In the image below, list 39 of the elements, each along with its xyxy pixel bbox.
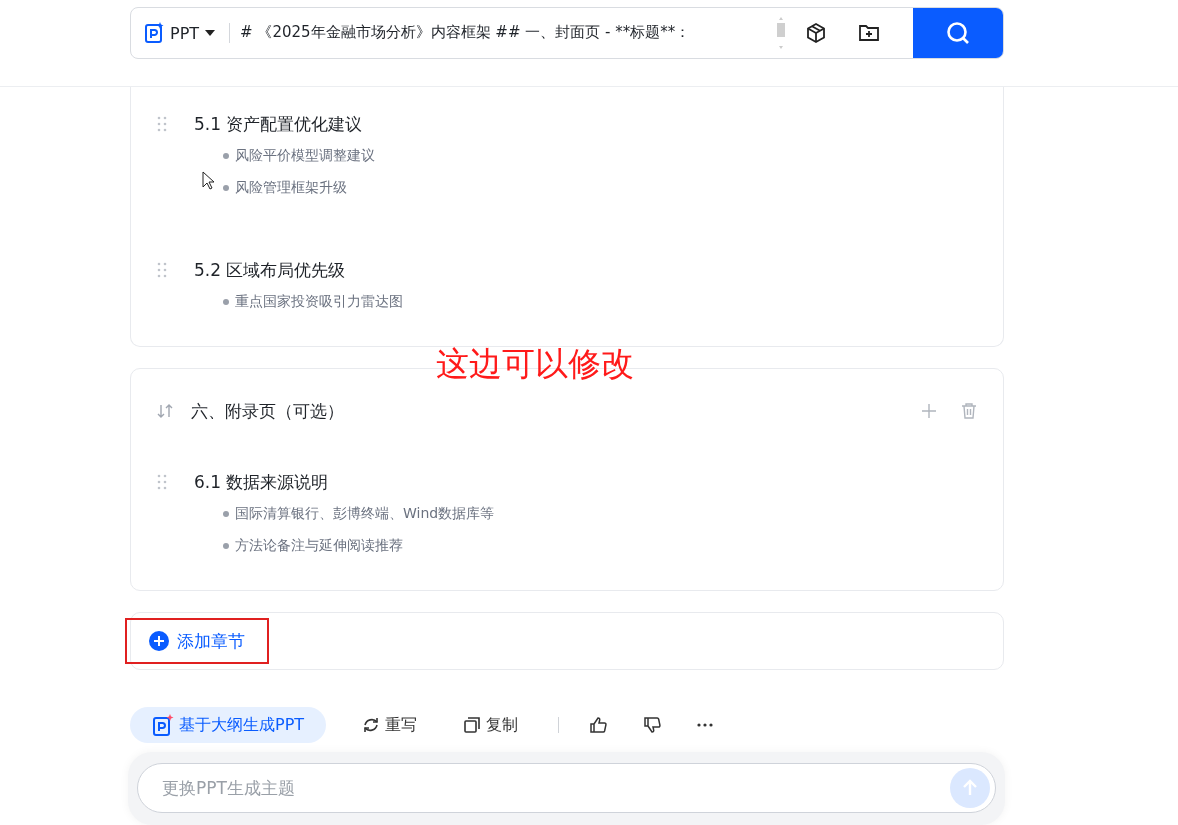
ppt-icon (152, 714, 174, 736)
sort-icon[interactable] (157, 403, 173, 419)
thumbs-up-icon[interactable] (589, 716, 608, 734)
scrollbar-icon (776, 16, 787, 50)
bullet-point[interactable]: 方法论备注与延伸阅读推荐 (235, 537, 403, 555)
section-title[interactable]: 六、附录页（可选） (191, 399, 344, 423)
bullet-icon (223, 185, 229, 191)
drag-handle-icon[interactable] (157, 116, 167, 132)
refresh-icon (362, 716, 381, 734)
add-section-button[interactable]: 添加章节 (149, 629, 245, 653)
bullet-icon (223, 153, 229, 159)
bullet-icon (223, 299, 229, 305)
bullet-point[interactable]: 风险管理框架升级 (235, 179, 347, 197)
search-icon (945, 20, 971, 46)
trash-icon[interactable] (961, 403, 977, 419)
search-button[interactable] (913, 8, 1003, 58)
subsection-title[interactable]: 5.1 资产配置优化建议 (194, 112, 363, 136)
prompt-field[interactable]: 更换PPT生成主题 (137, 763, 996, 813)
copy-button[interactable]: 复制 (463, 707, 519, 743)
bullet-point[interactable]: 国际清算银行、彭博终端、Wind数据库等 (235, 505, 495, 523)
ppt-icon (144, 22, 164, 44)
rewrite-button[interactable]: 重写 (362, 707, 418, 743)
generate-ppt-button[interactable]: 基于大纲生成PPT (130, 707, 327, 743)
bullet-point[interactable]: 重点国家投资吸引力雷达图 (235, 293, 403, 311)
subsection-title[interactable]: 6.1 数据来源说明 (194, 470, 329, 494)
bullet-icon (223, 511, 229, 517)
cursor-icon (202, 171, 216, 191)
add-icon[interactable] (921, 403, 937, 419)
drag-handle-icon[interactable] (157, 262, 167, 278)
subsection-title[interactable]: 5.2 区域布局优先级 (194, 258, 346, 282)
plus-circle-icon (149, 631, 169, 651)
query-field[interactable]: # 《2025年金融市场分析》内容框架 ## 一、封面页 - **标题**： (240, 8, 771, 58)
mode-dropdown[interactable]: PPT (131, 18, 216, 48)
thumbs-down-icon[interactable] (643, 716, 662, 734)
drag-handle-icon[interactable] (157, 474, 167, 490)
caret-icon (205, 30, 216, 36)
bullet-point[interactable]: 风险平价模型调整建议 (235, 147, 375, 165)
bullet-icon (223, 543, 229, 549)
copy-icon (463, 716, 482, 734)
